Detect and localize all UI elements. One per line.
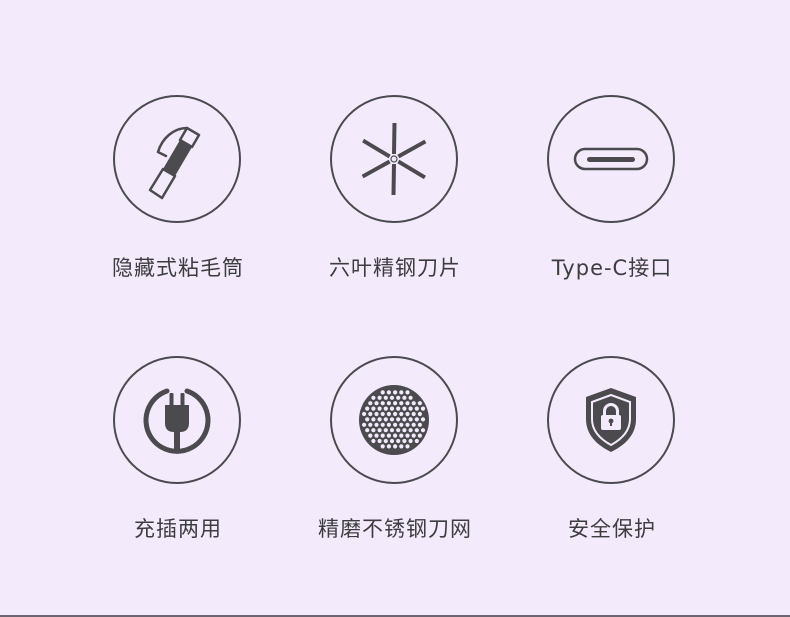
feature-safety: 安全保护 (502, 356, 722, 556)
six-blade-icon (361, 123, 427, 195)
shield-lock-icon (586, 388, 636, 452)
feature-lint-roller: 隐藏式粘毛筒 (68, 95, 288, 295)
feature-label: 充插两用 (134, 517, 222, 541)
feature-mesh: 精磨不锈钢刀网 (285, 356, 505, 556)
feature-plug: 充插两用 (68, 356, 288, 556)
feature-circle (113, 356, 241, 484)
feature-circle (113, 95, 241, 223)
feature-circle (330, 95, 458, 223)
feature-label: 六叶精钢刀片 (329, 256, 461, 280)
feature-circle (330, 356, 458, 484)
mesh-icon (359, 385, 429, 455)
feature-label: 精磨不锈钢刀网 (318, 517, 472, 541)
plug-icon (143, 388, 211, 454)
type-c-port-icon (573, 147, 649, 171)
feature-label: Type-C接口 (551, 256, 673, 280)
feature-circle (547, 356, 675, 484)
feature-label: 隐藏式粘毛筒 (112, 256, 244, 280)
feature-six-blade: 六叶精钢刀片 (285, 95, 505, 295)
feature-label: 安全保护 (568, 517, 656, 541)
feature-circle (547, 95, 675, 223)
feature-type-c: Type-C接口 (502, 95, 722, 295)
lint-roller-icon (148, 126, 201, 200)
